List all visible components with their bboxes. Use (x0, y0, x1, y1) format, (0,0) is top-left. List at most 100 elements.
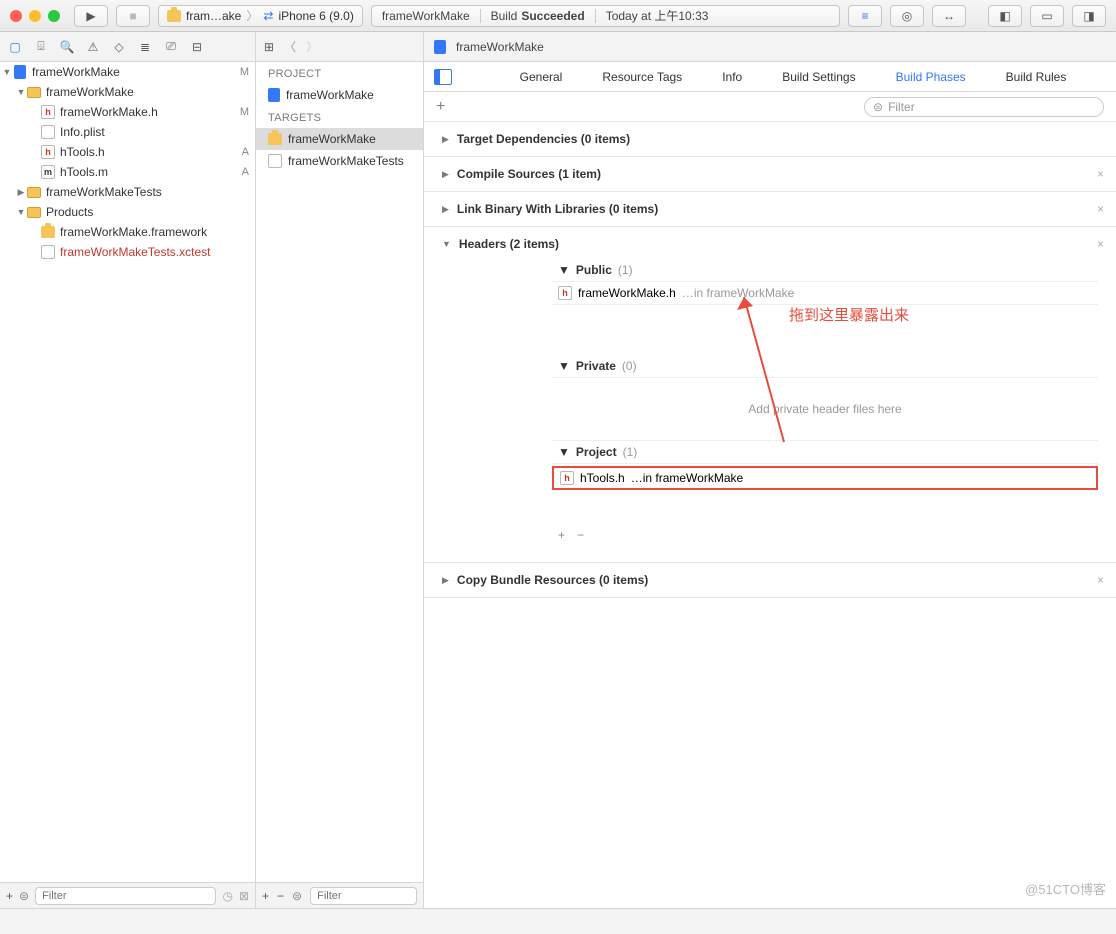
back-button[interactable]: 〈 (284, 38, 296, 55)
header-file-row[interactable]: hframeWorkMake.h…in frameWorkMake (552, 282, 1098, 305)
headers-project[interactable]: ▼Project (1) (552, 441, 1098, 464)
header-icon: h (558, 286, 572, 300)
editor-standard[interactable]: ≡ (848, 5, 882, 27)
phase-target-dependencies[interactable]: ▶Target Dependencies (0 items) (424, 122, 1116, 157)
navigator-filter[interactable] (35, 887, 216, 905)
disclosure-icon[interactable]: ▶ (442, 134, 449, 145)
folder-icon (27, 87, 41, 98)
target-row[interactable]: frameWorkMakeTests (256, 150, 423, 172)
tab-build-settings[interactable]: Build Settings (780, 64, 857, 90)
tree-item[interactable]: hframeWorkMake.hM (0, 102, 255, 122)
headers-private[interactable]: ▼Private (0) (552, 355, 1098, 378)
recent-filter-icon[interactable]: ◷ (222, 889, 232, 903)
disclosure-icon[interactable]: ▶ (442, 204, 449, 215)
minimize-window[interactable] (29, 10, 41, 22)
issue-nav-icon[interactable]: ⚠ (84, 40, 102, 54)
status-result: Succeeded (521, 9, 584, 23)
tree-item[interactable]: ▼frameWorkMake (0, 82, 255, 102)
tree-item[interactable]: ▶frameWorkMakeTests (0, 182, 255, 202)
header-icon: h (41, 145, 55, 159)
report-nav-icon[interactable]: ⊟ (188, 40, 206, 54)
filter-icon[interactable]: ⊜ (292, 889, 302, 903)
disclosure-icon[interactable]: ▼ (442, 239, 451, 249)
phase-filter[interactable]: ⊜Filter (864, 97, 1104, 117)
target-row[interactable]: frameWorkMake (256, 128, 423, 150)
editor-version[interactable]: ↔ (932, 5, 966, 27)
project-row[interactable]: frameWorkMake (256, 84, 423, 106)
toggle-bottom-panel[interactable]: ▭ (1030, 5, 1064, 27)
headers-public[interactable]: ▼Public (1) (552, 259, 1098, 282)
tab-info[interactable]: Info (720, 64, 744, 90)
jump-file: frameWorkMake (456, 40, 544, 54)
tab-general[interactable]: General (518, 64, 565, 90)
disclosure-icon[interactable]: ▶ (442, 169, 449, 180)
tree-item[interactable]: mhTools.mA (0, 162, 255, 182)
phases: ▶Target Dependencies (0 items) × ▶Compil… (424, 122, 1116, 908)
add-header-button[interactable]: + (558, 528, 565, 542)
test-nav-icon[interactable]: ◇ (110, 40, 128, 54)
editor-assistant[interactable]: ◎ (890, 5, 924, 27)
disclosure-icon[interactable]: ▶ (442, 575, 449, 586)
breakpoint-nav-icon[interactable]: ⎚ (162, 39, 180, 54)
debug-nav-icon[interactable]: ≣ (136, 40, 154, 54)
toggle-right-panel[interactable]: ◨ (1072, 5, 1106, 27)
target-filter[interactable] (310, 887, 417, 905)
scheme-selector[interactable]: fram…ake 〉 ⇄ iPhone 6 (9.0) (158, 5, 363, 27)
header-icon: h (560, 471, 574, 485)
private-empty: Add private header files here (552, 378, 1098, 441)
target-footer: + − ⊜ (256, 882, 423, 908)
remove-icon[interactable]: × (1097, 573, 1104, 587)
tree-item[interactable]: frameWorkMake.framework (0, 222, 255, 242)
forward-button[interactable]: 〉 (306, 38, 318, 55)
watermark: @51CTO博客 (1025, 879, 1106, 898)
symbol-nav-icon[interactable]: ⌹ (32, 39, 50, 54)
panel-toggle-icon[interactable] (434, 69, 452, 85)
framework-icon (41, 226, 55, 238)
add-remove-controls: + − (552, 522, 1098, 548)
status-app: frameWorkMake (382, 9, 470, 23)
tree-item[interactable]: ▼Products (0, 202, 255, 222)
remove-header-button[interactable]: − (577, 528, 584, 542)
tab-build-rules[interactable]: Build Rules (1004, 64, 1069, 90)
tab-build-phases[interactable]: Build Phases (894, 64, 968, 90)
tree-item[interactable]: Info.plist (0, 122, 255, 142)
run-button[interactable]: ▶ (74, 5, 108, 27)
remove-icon[interactable]: × (1097, 237, 1104, 251)
tree-item[interactable]: frameWorkMakeTests.xctest (0, 242, 255, 262)
project-icon (434, 40, 446, 54)
tree-item[interactable]: hhTools.hA (0, 142, 255, 162)
add-phase-button[interactable]: + (436, 98, 445, 116)
folder-icon (27, 207, 41, 218)
annotation-text: 拖到这里暴露出来 (789, 304, 909, 325)
scm-filter-icon[interactable]: ⊠ (239, 889, 249, 903)
filter-icon[interactable]: ⊜ (19, 889, 29, 903)
phase-compile-sources[interactable]: × ▶Compile Sources (1 item) (424, 157, 1116, 192)
add-button[interactable]: + (6, 889, 13, 903)
project-icon (14, 65, 26, 79)
remove-icon[interactable]: × (1097, 202, 1104, 216)
activity-viewer[interactable]: frameWorkMake Build Succeeded Today at 上… (371, 5, 840, 27)
grid-icon[interactable]: ⊞ (264, 40, 274, 54)
impl-icon: m (41, 165, 55, 179)
plist-icon (41, 125, 55, 139)
find-nav-icon[interactable]: 🔍 (58, 40, 76, 54)
stop-button[interactable]: ■ (116, 5, 150, 27)
remove-icon[interactable]: × (1097, 167, 1104, 181)
phase-link-binary[interactable]: × ▶Link Binary With Libraries (0 items) (424, 192, 1116, 227)
project-header: PROJECT (256, 62, 423, 84)
project-nav-icon[interactable]: ▢ (6, 40, 24, 54)
jump-bar[interactable]: frameWorkMake (424, 32, 1116, 62)
remove-target-button[interactable]: − (277, 889, 284, 903)
tab-resource-tags[interactable]: Resource Tags (600, 64, 684, 90)
project-tree: ▼ frameWorkMake M ▼frameWorkMake hframeW… (0, 62, 255, 882)
project-icon (268, 88, 280, 102)
zoom-window[interactable] (48, 10, 60, 22)
toggle-left-panel[interactable]: ◧ (988, 5, 1022, 27)
phase-copy-bundle[interactable]: × ▶Copy Bundle Resources (0 items) (424, 563, 1116, 598)
close-window[interactable] (10, 10, 22, 22)
folder-icon (27, 187, 41, 198)
tree-root[interactable]: ▼ frameWorkMake M (0, 62, 255, 82)
phase-toolbar: + ⊜Filter (424, 92, 1116, 122)
add-target-button[interactable]: + (262, 889, 269, 903)
header-file-row-highlight[interactable]: hhTools.h…in frameWorkMake (552, 466, 1098, 490)
